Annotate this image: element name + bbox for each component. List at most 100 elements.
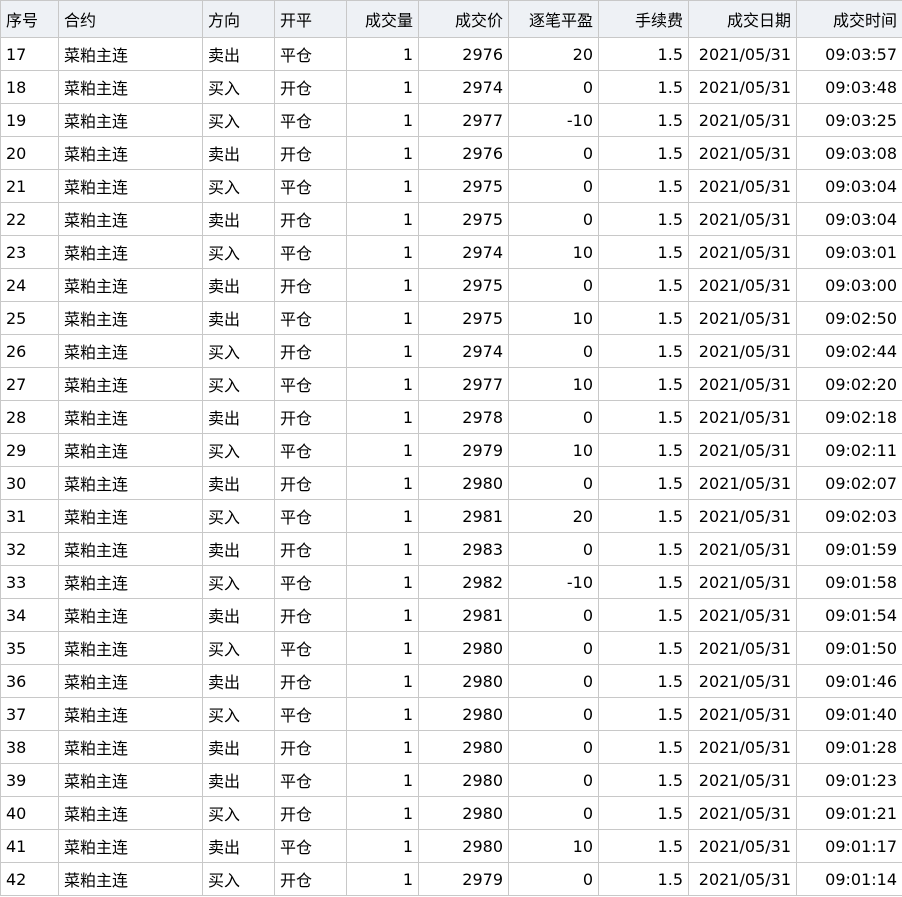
- contract-cell: 菜粕主连: [58, 334, 203, 368]
- fee-cell: 1.5: [598, 169, 689, 203]
- table-row[interactable]: 35 菜粕主连 买入 平仓 1 2980 0 1.5 2021/05/31 09:01:50: [0, 631, 902, 665]
- price-cell: 2974: [418, 70, 509, 104]
- price-cell: 2980: [418, 829, 509, 863]
- openclose-cell: 平仓: [274, 169, 347, 203]
- table-row[interactable]: 40 菜粕主连 买入 开仓 1 2980 0 1.5 2021/05/31 09:01:21: [0, 796, 902, 830]
- fee-cell: 1.5: [598, 631, 689, 665]
- column-header-fee[interactable]: 手续费: [598, 0, 689, 38]
- seq-cell: 37: [0, 697, 59, 731]
- volume-cell: 1: [346, 763, 419, 797]
- table-row[interactable]: 20 菜粕主连 卖出 开仓 1 2976 0 1.5 2021/05/31 09:03:08: [0, 136, 902, 170]
- volume-cell: 1: [346, 829, 419, 863]
- table-row[interactable]: 24 菜粕主连 卖出 开仓 1 2975 0 1.5 2021/05/31 09:03:00: [0, 268, 902, 302]
- price-cell: 2976: [418, 136, 509, 170]
- time-cell: 09:03:25: [796, 103, 902, 137]
- direction-cell: 买入: [202, 103, 275, 137]
- column-header-openclose[interactable]: 开平: [274, 0, 347, 38]
- direction-cell: 买入: [202, 433, 275, 467]
- direction-cell: 买入: [202, 70, 275, 104]
- seq-cell: 28: [0, 400, 59, 434]
- openclose-cell: 开仓: [274, 334, 347, 368]
- table-row[interactable]: 34 菜粕主连 卖出 开仓 1 2981 0 1.5 2021/05/31 09:01:54: [0, 598, 902, 632]
- table-row[interactable]: 36 菜粕主连 卖出 开仓 1 2980 0 1.5 2021/05/31 09:01:46: [0, 664, 902, 698]
- contract-cell: 菜粕主连: [58, 829, 203, 863]
- contract-cell: 菜粕主连: [58, 136, 203, 170]
- table-row[interactable]: 27 菜粕主连 买入 平仓 1 2977 10 1.5 2021/05/31 09:02:20: [0, 367, 902, 401]
- volume-cell: 1: [346, 466, 419, 500]
- contract-cell: 菜粕主连: [58, 202, 203, 236]
- time-cell: 09:02:20: [796, 367, 902, 401]
- contract-cell: 菜粕主连: [58, 631, 203, 665]
- direction-cell: 卖出: [202, 598, 275, 632]
- time-cell: 09:02:50: [796, 301, 902, 335]
- column-header-direction[interactable]: 方向: [202, 0, 275, 38]
- date-cell: 2021/05/31: [688, 103, 797, 137]
- date-cell: 2021/05/31: [688, 730, 797, 764]
- table-row[interactable]: 22 菜粕主连 卖出 开仓 1 2975 0 1.5 2021/05/31 09:03:04: [0, 202, 902, 236]
- contract-cell: 菜粕主连: [58, 565, 203, 599]
- table-row[interactable]: 23 菜粕主连 买入 平仓 1 2974 10 1.5 2021/05/31 09:03:01: [0, 235, 902, 269]
- table-row[interactable]: 26 菜粕主连 买入 开仓 1 2974 0 1.5 2021/05/31 09:02:44: [0, 334, 902, 368]
- volume-cell: 1: [346, 532, 419, 566]
- table-row[interactable]: 32 菜粕主连 卖出 开仓 1 2983 0 1.5 2021/05/31 09:01:59: [0, 532, 902, 566]
- seq-cell: 40: [0, 796, 59, 830]
- date-cell: 2021/05/31: [688, 631, 797, 665]
- price-cell: 2979: [418, 433, 509, 467]
- price-cell: 2974: [418, 235, 509, 269]
- time-cell: 09:01:28: [796, 730, 902, 764]
- fee-cell: 1.5: [598, 796, 689, 830]
- contract-cell: 菜粕主连: [58, 664, 203, 698]
- pnl-cell: 10: [508, 367, 599, 401]
- time-cell: 09:01:23: [796, 763, 902, 797]
- table-row[interactable]: 31 菜粕主连 买入 平仓 1 2981 20 1.5 2021/05/31 09:02:03: [0, 499, 902, 533]
- seq-cell: 30: [0, 466, 59, 500]
- price-cell: 2975: [418, 268, 509, 302]
- table-row[interactable]: 33 菜粕主连 买入 平仓 1 2982 -10 1.5 2021/05/31 09:01:58: [0, 565, 902, 599]
- fee-cell: 1.5: [598, 136, 689, 170]
- table-row[interactable]: 18 菜粕主连 买入 开仓 1 2974 0 1.5 2021/05/31 09:03:48: [0, 70, 902, 104]
- column-header-price[interactable]: 成交价: [418, 0, 509, 38]
- table-row[interactable]: 37 菜粕主连 买入 平仓 1 2980 0 1.5 2021/05/31 09:01:40: [0, 697, 902, 731]
- column-header-volume[interactable]: 成交量: [346, 0, 419, 38]
- table-row[interactable]: 42 菜粕主连 买入 开仓 1 2979 0 1.5 2021/05/31 09:01:14: [0, 862, 902, 896]
- table-row[interactable]: 19 菜粕主连 买入 平仓 1 2977 -10 1.5 2021/05/31 09:03:25: [0, 103, 902, 137]
- column-header-date[interactable]: 成交日期: [688, 0, 797, 38]
- pnl-cell: 20: [508, 499, 599, 533]
- table-row[interactable]: 29 菜粕主连 买入 平仓 1 2979 10 1.5 2021/05/31 09:02:11: [0, 433, 902, 467]
- date-cell: 2021/05/31: [688, 499, 797, 533]
- price-cell: 2977: [418, 367, 509, 401]
- seq-cell: 39: [0, 763, 59, 797]
- volume-cell: 1: [346, 367, 419, 401]
- table-row[interactable]: 39 菜粕主连 卖出 平仓 1 2980 0 1.5 2021/05/31 09:01:23: [0, 763, 902, 797]
- date-cell: 2021/05/31: [688, 367, 797, 401]
- openclose-cell: 开仓: [274, 532, 347, 566]
- date-cell: 2021/05/31: [688, 664, 797, 698]
- seq-cell: 27: [0, 367, 59, 401]
- date-cell: 2021/05/31: [688, 301, 797, 335]
- fee-cell: 1.5: [598, 400, 689, 434]
- direction-cell: 买入: [202, 499, 275, 533]
- table-row[interactable]: 38 菜粕主连 卖出 开仓 1 2980 0 1.5 2021/05/31 09:01:28: [0, 730, 902, 764]
- table-row[interactable]: 21 菜粕主连 买入 平仓 1 2975 0 1.5 2021/05/31 09:03:04: [0, 169, 902, 203]
- table-row[interactable]: 25 菜粕主连 卖出 平仓 1 2975 10 1.5 2021/05/31 09:02:50: [0, 301, 902, 335]
- column-header-pnl[interactable]: 逐笔平盈: [508, 0, 599, 38]
- column-header-time[interactable]: 成交时间: [796, 0, 902, 38]
- pnl-cell: 10: [508, 301, 599, 335]
- table-row[interactable]: 28 菜粕主连 卖出 开仓 1 2978 0 1.5 2021/05/31 09:02:18: [0, 400, 902, 434]
- pnl-cell: 0: [508, 466, 599, 500]
- table-row[interactable]: 41 菜粕主连 卖出 平仓 1 2980 10 1.5 2021/05/31 09:01:17: [0, 829, 902, 863]
- table-row[interactable]: 30 菜粕主连 卖出 开仓 1 2980 0 1.5 2021/05/31 09:02:07: [0, 466, 902, 500]
- seq-cell: 26: [0, 334, 59, 368]
- contract-cell: 菜粕主连: [58, 70, 203, 104]
- column-header-contract[interactable]: 合约: [58, 0, 203, 38]
- column-header-seq[interactable]: 序号: [0, 0, 59, 38]
- openclose-cell: 开仓: [274, 400, 347, 434]
- time-cell: 09:01:59: [796, 532, 902, 566]
- contract-cell: 菜粕主连: [58, 730, 203, 764]
- table-row[interactable]: 17 菜粕主连 卖出 平仓 1 2976 20 1.5 2021/05/31 09:03:57: [0, 37, 902, 71]
- fee-cell: 1.5: [598, 334, 689, 368]
- volume-cell: 1: [346, 565, 419, 599]
- volume-cell: 1: [346, 433, 419, 467]
- seq-cell: 32: [0, 532, 59, 566]
- direction-cell: 卖出: [202, 466, 275, 500]
